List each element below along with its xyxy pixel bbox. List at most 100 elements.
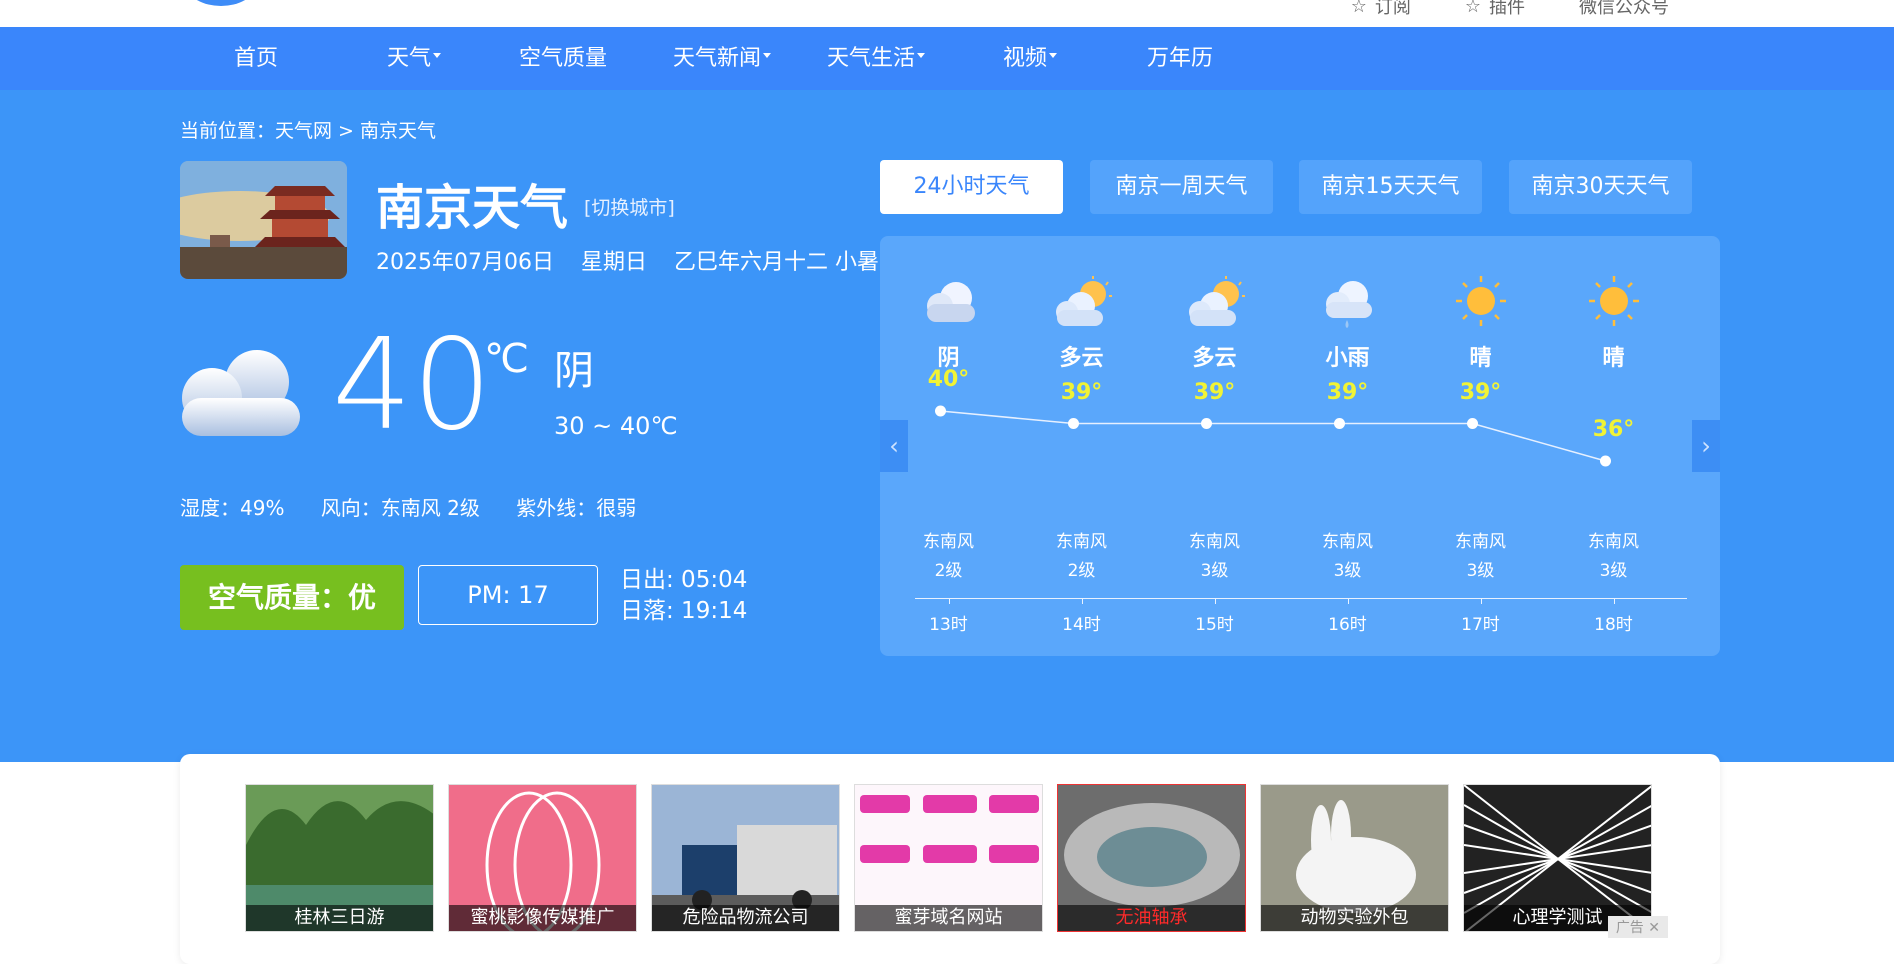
cloud-icon: [182, 350, 300, 436]
hour-time: 13时: [929, 615, 968, 635]
caret-down-icon: [433, 52, 442, 58]
star-icon: ☆: [1350, 0, 1367, 17]
ad-item[interactable]: 蜜桃影像传媒推广: [448, 784, 637, 932]
hour-temp-label: 40°: [927, 367, 970, 392]
hour-time: 18时: [1594, 615, 1633, 635]
top-strip: ☆ 订阅 ☆ 插件 微信公众号: [0, 0, 1894, 27]
cloud-icon: [927, 282, 975, 322]
caret-down-icon: [917, 52, 926, 58]
sun-icon: [1589, 276, 1639, 326]
ad-badge[interactable]: 广告 ✕: [1607, 916, 1668, 938]
hour-wind: 东南风 3级: [1281, 528, 1414, 586]
breadcrumb: 当前位置：天气网 > 南京天气: [180, 120, 436, 142]
plugin-link[interactable]: ☆ 插件: [1465, 0, 1525, 19]
nav-video[interactable]: 视频: [1003, 27, 1058, 90]
tab-30day[interactable]: 南京30天天气: [1509, 160, 1692, 214]
temp-point: [1068, 418, 1079, 429]
ad-item[interactable]: 危险品物流公司: [651, 784, 840, 932]
wind-level: 2级: [1067, 561, 1096, 581]
hour-time: 17时: [1461, 615, 1500, 635]
axis-tick: [1347, 598, 1349, 604]
temp-series-line: [940, 410, 1606, 462]
sun-icon: [1456, 276, 1506, 326]
hour-temp-label: 39°: [1459, 379, 1502, 405]
hour-temp-label: 39°: [1326, 379, 1369, 405]
axis-tick: [1613, 598, 1615, 604]
wechat-link[interactable]: 微信公众号: [1579, 0, 1669, 19]
axis-tick: [1081, 598, 1083, 604]
temp-point: [1334, 418, 1345, 429]
hour-wind: 东南风 2级: [1015, 528, 1148, 586]
main-nav: 首页 天气 空气质量 天气新闻 天气生活 视频 万年历: [0, 27, 1894, 90]
temp-unit: ℃: [484, 336, 529, 382]
wind-direction: 东南风: [1588, 532, 1639, 552]
weather-hero: 当前位置：天气网 > 南京天气 南京天气 [切换城市] 2025年07月06日 …: [0, 90, 1894, 964]
current-condition: 阴: [554, 348, 594, 394]
caret-down-icon: [1049, 52, 1058, 58]
subscribe-link[interactable]: ☆ 订阅: [1351, 0, 1411, 19]
air-quality-badge[interactable]: 空气质量：优: [180, 565, 404, 630]
temp-point: [1600, 455, 1611, 467]
temp-point: [1201, 418, 1212, 429]
top-links: ☆ 订阅 ☆ 插件 微信公众号: [1351, 0, 1669, 19]
nav-air-quality[interactable]: 空气质量: [519, 27, 607, 90]
uv-index: 紫外线：很弱: [516, 496, 637, 520]
sunrise: 日出: 05:04: [620, 567, 748, 593]
star-icon: ☆: [1464, 0, 1481, 17]
nav-weather[interactable]: 天气: [387, 27, 442, 90]
weekday: 星期日: [580, 250, 647, 275]
switch-city-link[interactable]: [切换城市]: [584, 193, 675, 220]
nav-calendar[interactable]: 万年历: [1147, 27, 1213, 90]
humidity: 湿度：49%: [180, 496, 285, 520]
temp-range: 30 ~ 40℃: [554, 412, 678, 440]
ad-item[interactable]: 桂林三日游: [245, 784, 434, 932]
hour-time: 16时: [1328, 615, 1367, 635]
rain-icon: [1326, 281, 1372, 328]
caret-down-icon: [763, 52, 772, 58]
wind-level: 3级: [1466, 561, 1495, 581]
wind-direction: 风向：东南风 2级: [320, 496, 480, 520]
tab-week[interactable]: 南京一周天气: [1090, 160, 1273, 214]
date-line: 2025年07月06日 星期日 乙巳年六月十二 小暑: [376, 244, 899, 276]
hour-temp-label: 39°: [1193, 379, 1236, 405]
wind-direction: 东南风: [1189, 532, 1240, 552]
tab-15day[interactable]: 南京15天天气: [1299, 160, 1482, 214]
hour-temp-label: 36°: [1592, 417, 1635, 442]
hourly-forecast-panel: ‹ › 阴 40° 东南风 2级 13时 多云 39° 东南风 2级 14时 多云 39° 东南风 3级 1…: [880, 236, 1720, 656]
nav-weather-life[interactable]: 天气生活: [827, 27, 926, 90]
hour-wind: 东南风 2级: [882, 528, 1015, 586]
date: 2025年07月06日: [376, 250, 554, 275]
tab-24h[interactable]: 24小时天气: [880, 160, 1063, 214]
wind-direction: 东南风: [923, 532, 974, 552]
hour-time: 14时: [1062, 615, 1101, 635]
wind-level: 2级: [934, 561, 963, 581]
weather-details: 湿度：49% 风向：东南风 2级 紫外线：很弱: [180, 492, 666, 521]
nav-home[interactable]: 首页: [234, 27, 278, 90]
ad-section: 桂林三日游 蜜桃影像传媒推广 危险品物流公司 蜜芽域名网站 无油轴承 动物实验外…: [180, 754, 1720, 964]
ad-item[interactable]: 蜜芽域名网站: [854, 784, 1043, 932]
hour-condition: 晴: [1469, 346, 1492, 371]
hour-wind: 东南风 3级: [1547, 528, 1680, 586]
wind-level: 3级: [1333, 561, 1362, 581]
pm-badge: PM: 17: [418, 565, 598, 625]
partly-cloudy-icon: [1189, 276, 1245, 326]
current-temp: 40: [332, 311, 493, 458]
ad-item[interactable]: 心理学测试: [1463, 784, 1652, 932]
axis-tick: [948, 598, 950, 604]
wind-direction: 东南风: [1322, 532, 1373, 552]
nav-weather-news[interactable]: 天气新闻: [673, 27, 772, 90]
logo-icon[interactable]: [188, 0, 254, 6]
hour-condition: 多云: [1192, 346, 1237, 371]
ad-item[interactable]: 无油轴承: [1057, 784, 1246, 932]
wind-level: 3级: [1599, 561, 1628, 581]
wind-direction: 东南风: [1455, 532, 1506, 552]
wind-level: 3级: [1200, 561, 1229, 581]
hour-condition: 晴: [1602, 346, 1625, 371]
hour-condition: 多云: [1059, 346, 1104, 371]
hour-wind: 东南风 3级: [1148, 528, 1281, 586]
ad-item[interactable]: 动物实验外包: [1260, 784, 1449, 932]
hour-condition: 小雨: [1325, 346, 1370, 371]
partly-cloudy-icon: [1056, 276, 1112, 326]
sun-times: 日出: 05:04 日落: 19:14: [620, 565, 747, 627]
hour-time: 15时: [1195, 615, 1234, 635]
